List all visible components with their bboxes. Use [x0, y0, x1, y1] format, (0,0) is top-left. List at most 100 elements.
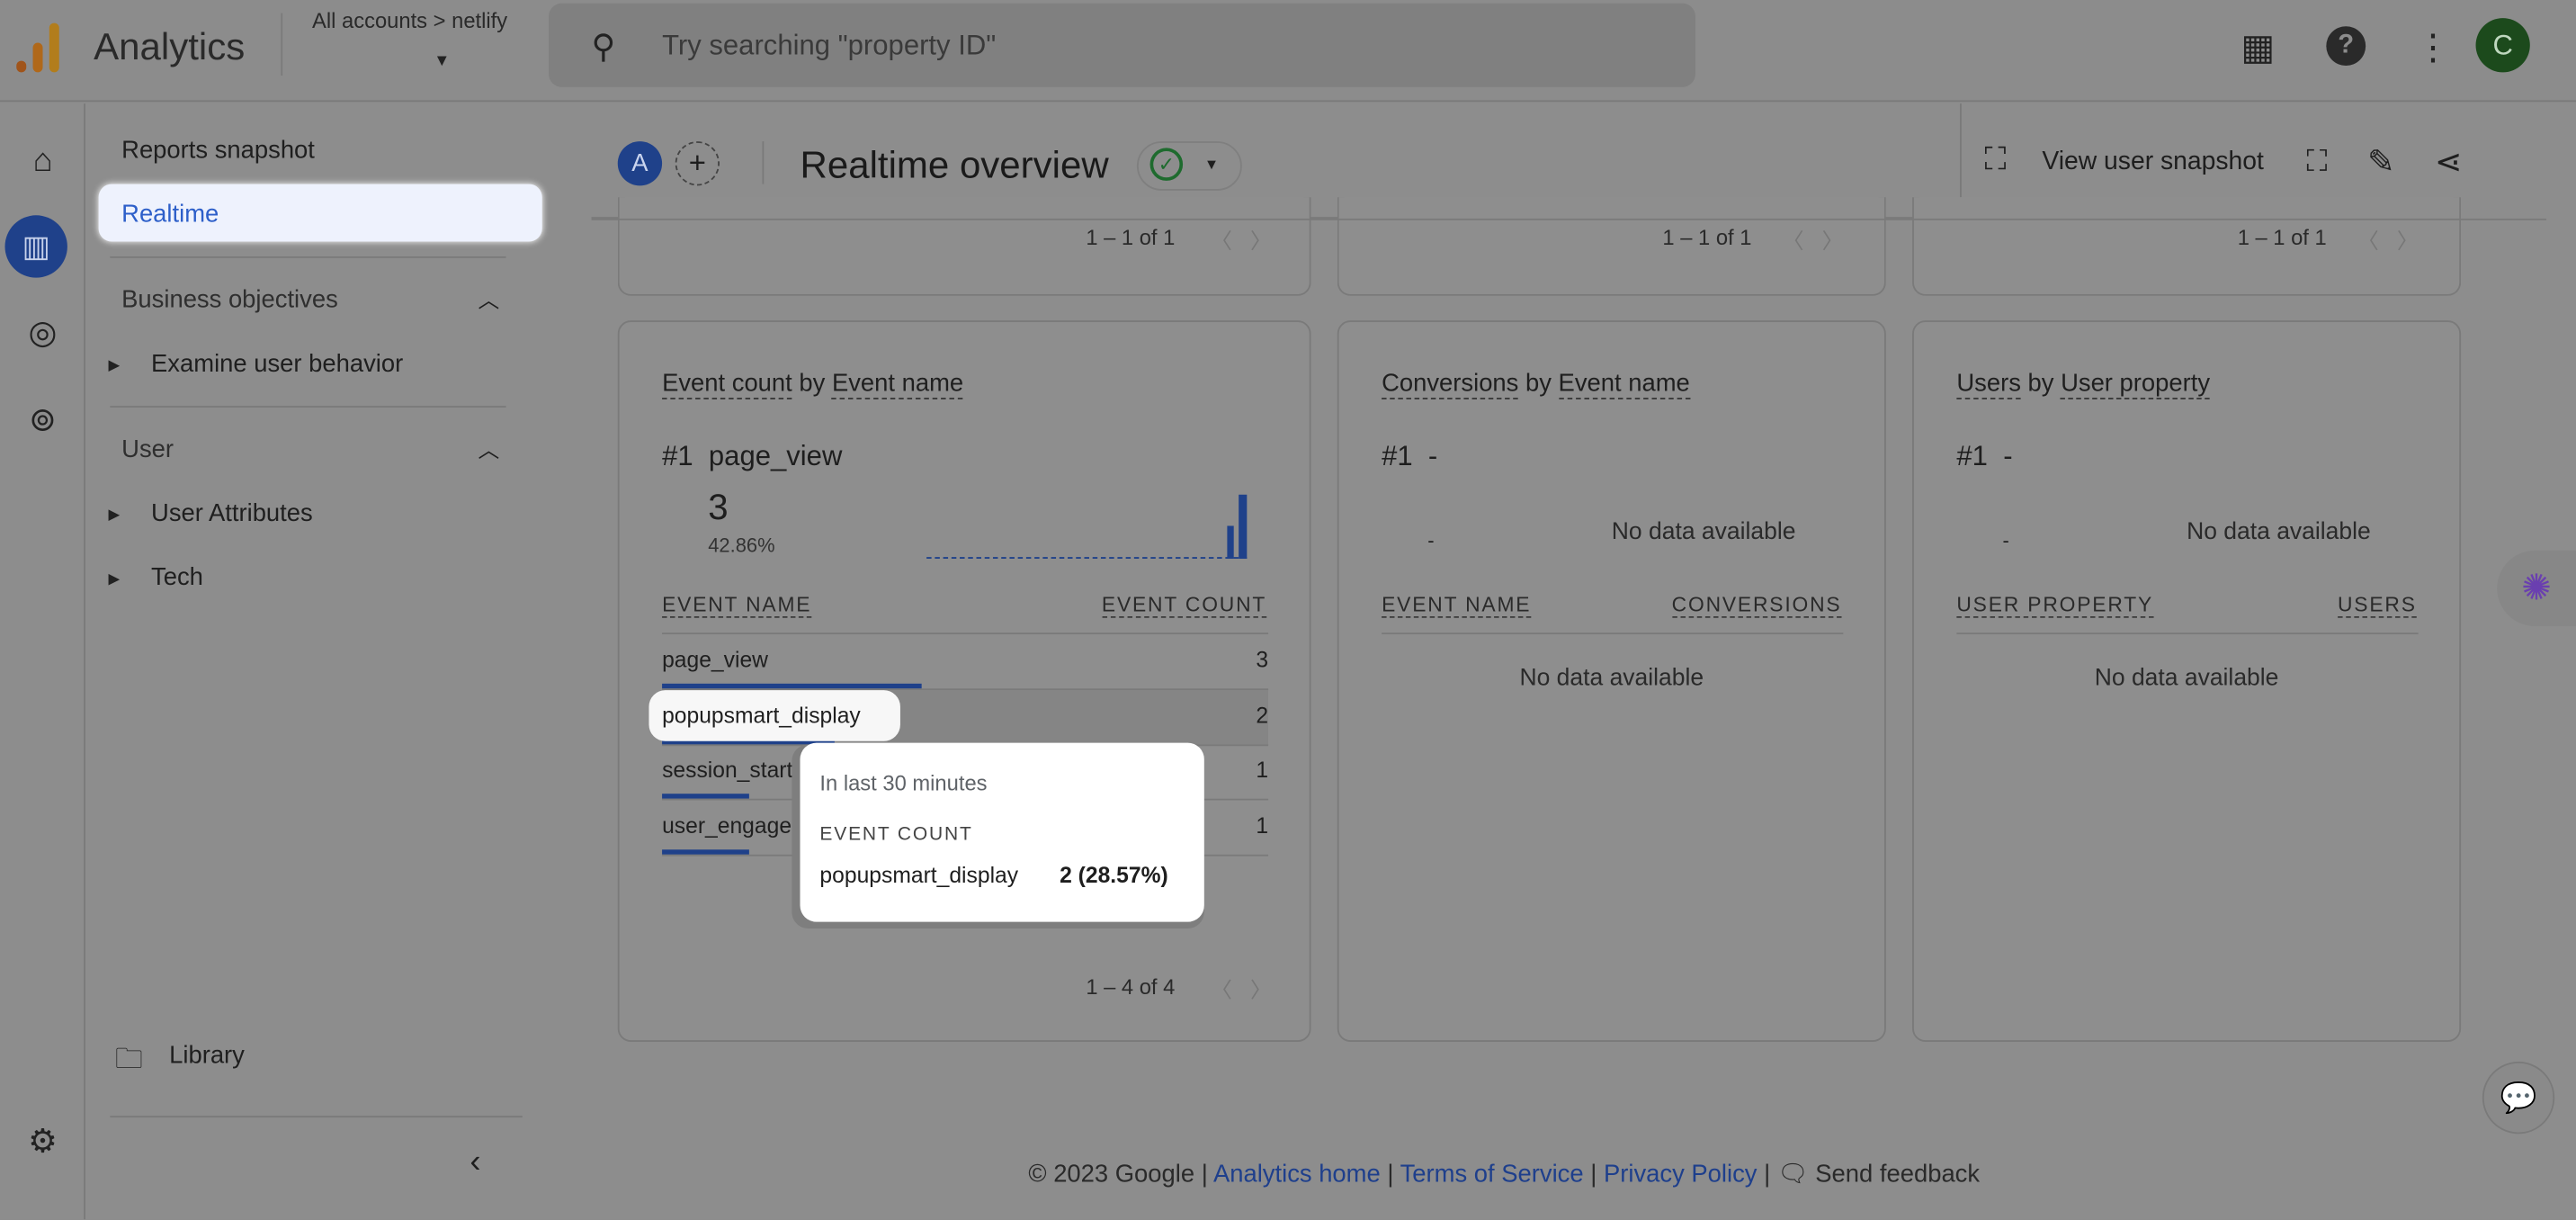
feedback-icon: 🗨: [1776, 1160, 1809, 1189]
send-feedback-link[interactable]: Send feedback: [1815, 1161, 1980, 1189]
expand-arrow-icon: ▶: [108, 506, 121, 523]
dimension-title[interactable]: User property: [2061, 369, 2211, 399]
column-header-event-name[interactable]: EVENT NAME: [662, 593, 812, 618]
next-page-icon[interactable]: 〉: [1250, 973, 1272, 1004]
privacy-link[interactable]: Privacy Policy: [1604, 1161, 1758, 1189]
analytics-home-link[interactable]: Analytics home: [1213, 1161, 1381, 1189]
search-icon: ⚲: [591, 29, 616, 67]
edit-report-icon[interactable]: ✎: [2367, 141, 2395, 183]
sparkline-baseline: [926, 557, 1248, 560]
users-card: Users by User property #1 - - No data av…: [1912, 320, 2462, 1043]
next-page-icon[interactable]: 〉: [1822, 223, 1844, 255]
divider: [110, 256, 506, 258]
conversions-card: Conversions by Event name #1 - - No data…: [1337, 320, 1886, 1043]
card-top-1: 1 – 1 of 1 〈〉: [617, 197, 1311, 296]
chevron-up-icon[interactable]: ︿: [479, 283, 500, 314]
add-comparison-icon[interactable]: +: [675, 141, 720, 186]
metric-title[interactable]: Users: [1956, 369, 2021, 399]
top-item-value: 3: [708, 486, 729, 528]
event-count-card: Event count by Event name #1 page_view 3…: [617, 320, 1311, 1043]
explore-icon[interactable]: ◎: [18, 309, 67, 358]
nav-business-objectives[interactable]: Business objectives: [121, 286, 338, 314]
collapse-chevron-left-icon[interactable]: ‹: [470, 1144, 480, 1181]
metric-title[interactable]: Event count: [662, 369, 792, 399]
title-by: by: [799, 369, 826, 399]
reports-icon[interactable]: ▥: [4, 215, 67, 278]
account-breadcrumb[interactable]: All accounts > netlify: [312, 8, 507, 32]
rank: #1: [1382, 440, 1413, 472]
title-by: by: [2027, 369, 2054, 399]
nav-tech[interactable]: Tech: [151, 563, 203, 591]
feedback-chat-icon[interactable]: 💬: [2482, 1061, 2555, 1135]
nav-library[interactable]: Library: [169, 1042, 245, 1070]
prev-page-icon[interactable]: 〈: [2357, 223, 2379, 255]
nav-user-attributes[interactable]: User Attributes: [151, 499, 313, 527]
terms-link[interactable]: Terms of Service: [1400, 1161, 1584, 1189]
dimension-title[interactable]: Event name: [831, 369, 964, 399]
view-user-snapshot-button[interactable]: View user snapshot: [2042, 148, 2264, 177]
advertising-icon[interactable]: ⊚: [18, 396, 67, 445]
side-rail: ⌂ ▥ ◎ ⊚ ⚙: [0, 103, 85, 1220]
prev-page-icon[interactable]: 〈: [1211, 223, 1232, 255]
tooltip-name: popupsmart_display: [819, 862, 1019, 888]
app-name: Analytics: [94, 24, 246, 67]
user-snapshot-icon[interactable]: ⛶: [1984, 143, 2006, 179]
copyright: © 2023 Google |: [1028, 1160, 1208, 1189]
nav-examine-user-behavior[interactable]: Examine user behavior: [151, 350, 403, 378]
dimension-title[interactable]: Event name: [1558, 369, 1690, 399]
title-by: by: [1525, 369, 1552, 399]
pager-text: 1 – 1 of 1: [1086, 225, 1176, 250]
nav-realtime[interactable]: Realtime: [98, 184, 542, 242]
top-item-percent: 42.86%: [708, 534, 775, 558]
sparkline-bar: [1227, 525, 1234, 560]
prev-page-icon[interactable]: 〈: [1783, 223, 1804, 255]
nav-reports-snapshot[interactable]: Reports snapshot: [121, 137, 315, 165]
column-header[interactable]: USERS: [2337, 593, 2417, 618]
prev-page-icon[interactable]: 〈: [1211, 973, 1232, 1004]
column-header[interactable]: CONVERSIONS: [1671, 593, 1842, 618]
folder-icon: 🗀: [114, 1043, 143, 1075]
search-input[interactable]: ⚲ Try searching "property ID": [549, 3, 1695, 87]
row-value: 1: [1256, 812, 1269, 838]
top-item-name: page_view: [708, 440, 843, 472]
insights-brain-icon[interactable]: ✺: [2497, 550, 2576, 626]
page-title: Realtime overview: [800, 142, 1109, 186]
chevron-up-icon[interactable]: ︿: [479, 432, 500, 463]
top-item-name: -: [2003, 440, 2013, 472]
column-header-event-count[interactable]: EVENT COUNT: [1101, 593, 1267, 618]
row-value: 3: [1256, 647, 1269, 673]
fullscreen-icon[interactable]: ⛶: [2306, 145, 2327, 179]
column-header[interactable]: EVENT NAME: [1382, 593, 1532, 618]
highlighted-row-label[interactable]: popupsmart_display: [648, 690, 900, 741]
next-page-icon[interactable]: 〉: [1250, 223, 1272, 255]
avatar[interactable]: C: [2475, 18, 2530, 73]
tooltip-value: 2 (28.57%): [1060, 862, 1168, 888]
next-page-icon[interactable]: 〉: [2397, 223, 2419, 255]
more-vert-icon[interactable]: ⋮: [2415, 26, 2451, 68]
metric-title[interactable]: Conversions: [1382, 369, 1519, 399]
status-dropdown[interactable]: ✓ ▼: [1136, 141, 1242, 191]
expand-arrow-icon: ▶: [108, 570, 121, 588]
column-header[interactable]: USER PROPERTY: [1956, 593, 2154, 618]
caret-down-icon[interactable]: ▼: [434, 52, 450, 70]
rank: #1: [662, 440, 693, 472]
tooltip-metric: EVENT COUNT: [819, 824, 973, 845]
settings-gear-icon[interactable]: ⚙: [18, 1117, 67, 1167]
row-name: session_start: [662, 758, 793, 783]
tooltip-period: In last 30 minutes: [819, 770, 988, 796]
pager-text: 1 – 1 of 1: [2237, 225, 2327, 250]
nav-user[interactable]: User: [121, 435, 174, 463]
home-icon[interactable]: ⌂: [18, 137, 67, 186]
table-row[interactable]: page_view 3: [662, 634, 1269, 691]
caret-down-icon: ▼: [1203, 156, 1220, 173]
apps-grid-icon[interactable]: ▦: [2241, 26, 2275, 68]
row-value: 2: [1256, 702, 1269, 728]
help-icon[interactable]: ?: [2326, 26, 2366, 67]
top-bar: Analytics All accounts > netlify ▼ ⚲ Try …: [0, 0, 2576, 103]
expand-arrow-icon: ▶: [108, 356, 121, 373]
row-name: popupsmart_display: [662, 703, 861, 729]
nav-realtime-label: Realtime: [121, 200, 219, 229]
comparison-badge[interactable]: A: [617, 141, 663, 186]
share-icon[interactable]: ⋖: [2435, 141, 2463, 183]
no-data-text: No data available: [1519, 665, 1704, 692]
